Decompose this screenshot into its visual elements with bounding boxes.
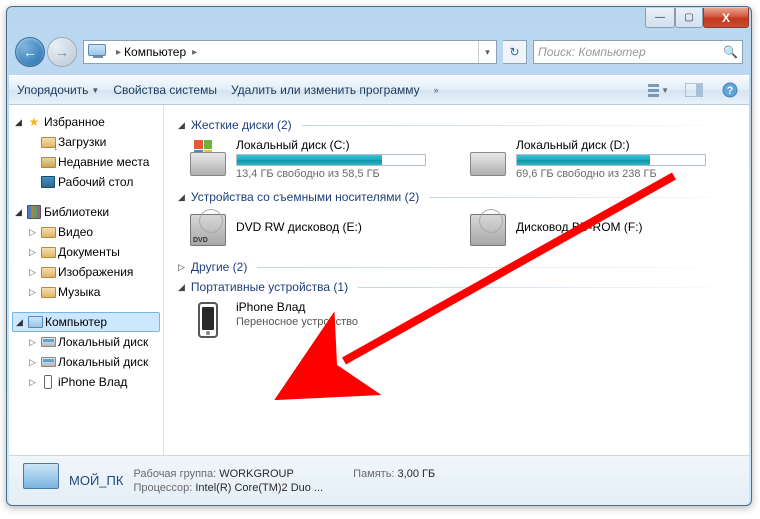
uninstall-program-button[interactable]: Удалить или изменить программу bbox=[231, 83, 420, 97]
bd-icon bbox=[468, 210, 508, 250]
dvd-icon: DVD bbox=[188, 210, 228, 250]
drive-bd[interactable]: Дисковод BD-ROM (F:) bbox=[468, 210, 728, 250]
search-icon: 🔍 bbox=[723, 45, 738, 59]
breadcrumb-sep: ▸ bbox=[116, 47, 121, 58]
help-button[interactable]: ? bbox=[719, 80, 741, 100]
recent-icon bbox=[40, 154, 56, 170]
explorer-window: — ▢ X ← → ▸ Компьютер ▸ ▾ ↻ Поиск: Компь… bbox=[6, 6, 752, 506]
desktop-icon bbox=[40, 174, 56, 190]
organize-button[interactable]: Упорядочить▼ bbox=[17, 83, 99, 97]
close-button[interactable]: X bbox=[703, 8, 749, 28]
details-pane: МОЙ_ПК Рабочая группа: WORKGROUP Память:… bbox=[9, 455, 749, 505]
sidebar-drive-c[interactable]: ▷Локальный диск bbox=[9, 332, 163, 352]
downloads-icon bbox=[40, 134, 56, 150]
hdd-icon bbox=[188, 138, 228, 178]
sidebar-downloads[interactable]: Загрузки bbox=[9, 132, 163, 152]
sidebar-favorites[interactable]: ◢★Избранное bbox=[9, 112, 163, 132]
sidebar-drive-d[interactable]: ▷Локальный диск bbox=[9, 352, 163, 372]
music-icon bbox=[40, 284, 56, 300]
breadcrumb[interactable]: Компьютер bbox=[124, 45, 186, 59]
computer-icon bbox=[88, 44, 106, 60]
sidebar-documents[interactable]: ▷Документы bbox=[9, 242, 163, 262]
sidebar-music[interactable]: ▷Музыка bbox=[9, 282, 163, 302]
drive-c[interactable]: Локальный диск (C:) 13,4 ГБ свободно из … bbox=[188, 138, 448, 180]
documents-icon bbox=[40, 244, 56, 260]
navigation-pane: ◢★Избранное Загрузки Недавние места Рабо… bbox=[9, 106, 164, 455]
address-dropdown[interactable]: ▾ bbox=[478, 41, 496, 63]
system-properties-button[interactable]: Свойства системы bbox=[113, 83, 217, 97]
libraries-icon bbox=[26, 204, 42, 220]
hdd-icon bbox=[468, 138, 508, 178]
sidebar-libraries[interactable]: ◢Библиотеки bbox=[9, 202, 163, 222]
phone-icon bbox=[40, 374, 56, 390]
command-bar: Упорядочить▼ Свойства системы Удалить ил… bbox=[9, 75, 749, 105]
star-icon: ★ bbox=[26, 114, 42, 130]
address-bar-row: ← → ▸ Компьютер ▸ ▾ ↻ Поиск: Компьютер 🔍 bbox=[15, 35, 743, 69]
more-commands-button[interactable]: » bbox=[434, 85, 439, 95]
group-hard-drives[interactable]: ◢Жесткие диски (2) bbox=[178, 118, 745, 132]
maximize-button[interactable]: ▢ bbox=[675, 8, 703, 28]
pictures-icon bbox=[40, 264, 56, 280]
group-removable[interactable]: ◢Устройства со съемными носителями (2) bbox=[178, 190, 745, 204]
computer-icon bbox=[19, 463, 59, 499]
content-area: ◢★Избранное Загрузки Недавние места Рабо… bbox=[9, 105, 749, 455]
search-input[interactable]: Поиск: Компьютер 🔍 bbox=[533, 40, 743, 64]
breadcrumb-sep[interactable]: ▸ bbox=[192, 47, 197, 58]
back-button[interactable]: ← bbox=[15, 37, 45, 67]
sidebar-videos[interactable]: ▷Видео bbox=[9, 222, 163, 242]
details-name: МОЙ_ПК bbox=[69, 473, 123, 488]
drive-dvd[interactable]: DVD DVD RW дисковод (E:) bbox=[188, 210, 448, 250]
refresh-button[interactable]: ↻ bbox=[503, 40, 527, 64]
group-portable[interactable]: ◢Портативные устройства (1) bbox=[178, 280, 745, 294]
forward-button[interactable]: → bbox=[47, 37, 77, 67]
sidebar-computer[interactable]: ◢Компьютер bbox=[12, 312, 160, 332]
svg-text:?: ? bbox=[727, 85, 734, 97]
sidebar-iphone[interactable]: ▷iPhone Влад bbox=[9, 372, 163, 392]
titlebar: — ▢ X bbox=[7, 7, 751, 35]
items-view: ◢Жесткие диски (2) Локальный диск (C:) 1… bbox=[164, 106, 749, 455]
group-other[interactable]: ▷Другие (2) bbox=[178, 260, 745, 274]
videos-icon bbox=[40, 224, 56, 240]
address-bar[interactable]: ▸ Компьютер ▸ ▾ bbox=[83, 40, 497, 64]
device-iphone[interactable]: iPhone Влад Переносное устройство bbox=[188, 300, 448, 340]
iphone-icon bbox=[188, 300, 228, 340]
drive-d[interactable]: Локальный диск (D:) 69,6 ГБ свободно из … bbox=[468, 138, 728, 180]
view-options-button[interactable]: ▼ bbox=[647, 80, 669, 100]
preview-pane-button[interactable] bbox=[683, 80, 705, 100]
minimize-button[interactable]: — bbox=[645, 8, 675, 28]
drive-icon bbox=[40, 354, 56, 370]
sidebar-recent[interactable]: Недавние места bbox=[9, 152, 163, 172]
sidebar-pictures[interactable]: ▷Изображения bbox=[9, 262, 163, 282]
drive-icon bbox=[40, 334, 56, 350]
sidebar-desktop[interactable]: Рабочий стол bbox=[9, 172, 163, 192]
computer-icon bbox=[27, 314, 43, 330]
